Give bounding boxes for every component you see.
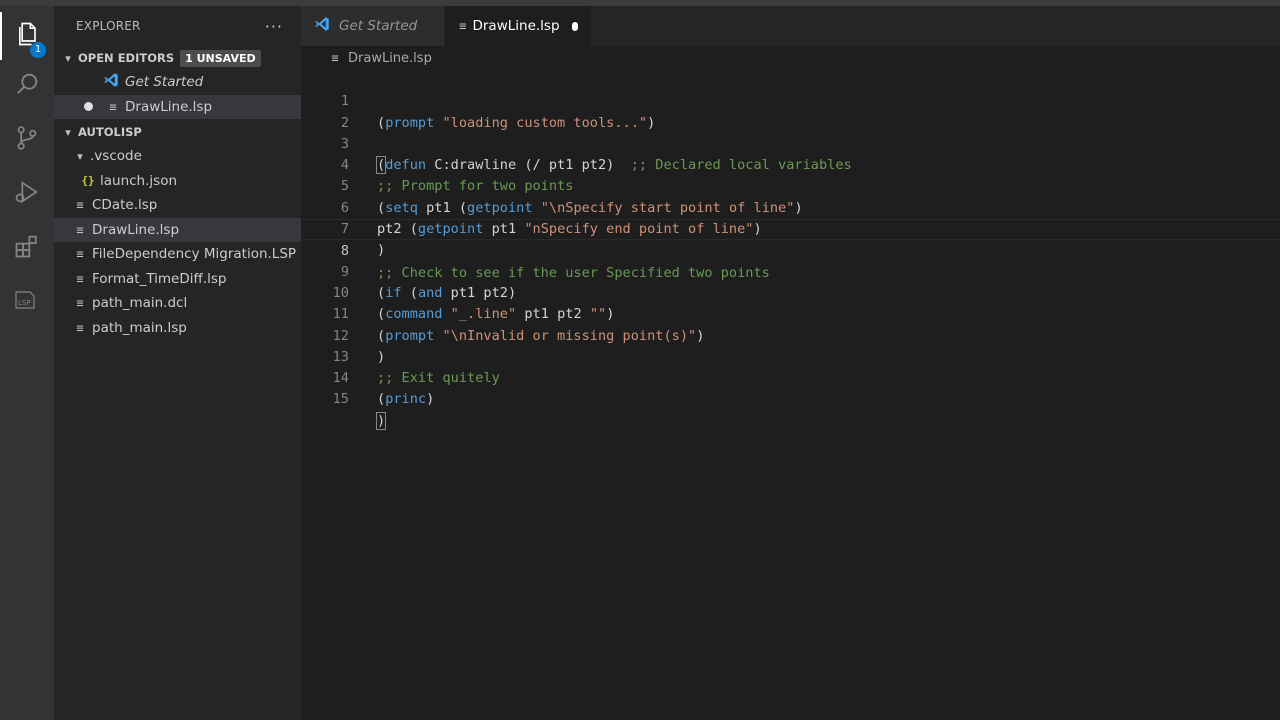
activity-bar: 1 LSP [0, 6, 54, 720]
search-activity-button[interactable] [0, 62, 54, 110]
file-lines-icon: ≡ [76, 271, 84, 286]
unsaved-badge: 1 UNSAVED [180, 49, 261, 67]
code-line: 5 (setq pt1 (getpoint "\nSpecify start p… [301, 155, 1280, 215]
file-name: DrawLine.lsp [92, 221, 180, 238]
code-line: 6 pt2 (getpoint pt1 "nSpecify end point … [301, 176, 1280, 237]
vscode-icon [313, 15, 333, 37]
code-line: 12 ) [301, 304, 1280, 365]
file-name: CDate.lsp [92, 197, 158, 214]
run-debug-activity-button[interactable] [0, 170, 54, 218]
search-icon [13, 70, 41, 102]
code-editor[interactable]: 1 (prompt "loading custom tools...") 2 3… [301, 70, 1280, 720]
file-lines-icon: ≡ [109, 99, 117, 114]
more-actions-icon[interactable]: ··· [265, 17, 283, 36]
run-debug-icon [13, 178, 41, 210]
chevron-down-icon: ▾ [65, 125, 71, 139]
file-name: FileDependency Migration.LSP [92, 246, 297, 263]
code-line: 13 ;; Exit quitely [301, 326, 1280, 386]
unsaved-dot-icon[interactable] [571, 21, 578, 31]
file-lines-icon: ≡ [76, 320, 84, 335]
code-line-current: 8 ;; Check to see if the user Specified … [301, 219, 1280, 281]
code-line: 14 (princ) [301, 347, 1280, 407]
code-line: 15 ) [301, 368, 1280, 430]
tab-get-started[interactable]: Get Started [301, 6, 445, 46]
autolisp-folder-section[interactable]: ▾ AUTOLISP [54, 120, 301, 144]
code-line: 3 (defun C:drawline (/ pt1 pt2) ;; Decla… [301, 113, 1280, 175]
code-line: 7 ) [301, 198, 1280, 258]
folder-vscode[interactable]: ▾ .vscode [54, 144, 301, 169]
code-line: 11 (prompt "\nInvalid or missing point(s… [301, 283, 1280, 343]
code-line: 4 ;; Prompt for two points [301, 134, 1280, 194]
file-name: launch.json [100, 172, 178, 189]
file-lines-icon: ≡ [76, 222, 84, 237]
chevron-down-icon: ▾ [77, 149, 83, 163]
file-path-main-lsp[interactable]: ≡ path_main.lsp [54, 316, 301, 341]
tab-label: Get Started [339, 18, 418, 34]
open-editors-section[interactable]: ▾ OPEN EDITORS 1 UNSAVED [54, 46, 301, 70]
breadcrumb-file[interactable]: DrawLine.lsp [348, 51, 432, 66]
open-editors-label: OPEN EDITORS [78, 51, 175, 65]
open-editor-drawline[interactable]: ≡ DrawLine.lsp [54, 94, 301, 119]
source-control-activity-button[interactable] [0, 116, 54, 164]
folder-name: .vscode [90, 148, 142, 165]
unsaved-dot-icon [84, 102, 93, 112]
file-lines-icon: ≡ [76, 198, 84, 213]
explorer-title: EXPLORER [76, 19, 141, 33]
extensions-icon [13, 232, 41, 264]
extensions-activity-button[interactable] [0, 224, 54, 272]
file-lines-icon: ≡ [459, 19, 467, 33]
open-editor-label: DrawLine.lsp [125, 98, 213, 115]
code-line: 9 (if (and pt1 pt2) [301, 240, 1280, 301]
tab-drawline[interactable]: ≡ DrawLine.lsp [445, 6, 591, 46]
lsp-icon: LSP [13, 286, 41, 318]
vscode-icon [102, 71, 122, 93]
code-line: 10 (command "_.line" pt1 pt2 "") [301, 262, 1280, 322]
chevron-down-icon: ▾ [65, 51, 71, 65]
file-format-timediff[interactable]: ≡ Format_TimeDiff.lsp [54, 267, 301, 292]
file-name: Format_TimeDiff.lsp [92, 270, 227, 287]
line-number: 15 [332, 391, 349, 408]
svg-text:LSP: LSP [18, 299, 31, 307]
file-path-main-dcl[interactable]: ≡ path_main.dcl [54, 291, 301, 316]
file-cdate[interactable]: ≡ CDate.lsp [54, 193, 301, 218]
autolisp-activity-button[interactable]: LSP [0, 278, 54, 326]
file-name: path_main.lsp [92, 319, 187, 336]
file-lines-icon: ≡ [76, 296, 84, 311]
code-line: 1 (prompt "loading custom tools...") [301, 70, 1280, 130]
file-lines-icon: ≡ [76, 247, 84, 262]
file-lines-icon: ≡ [331, 51, 339, 65]
explorer-badge: 1 [30, 42, 46, 58]
open-editor-get-started[interactable]: Get Started [54, 70, 301, 95]
source-control-icon [13, 124, 41, 156]
file-launch-json[interactable]: {} launch.json [54, 169, 301, 194]
file-name: path_main.dcl [92, 295, 188, 312]
json-braces-icon: {} [81, 174, 95, 188]
explorer-header: EXPLORER ··· [54, 6, 301, 46]
tab-label: DrawLine.lsp [472, 18, 560, 34]
code-line: 2 [301, 91, 1280, 131]
open-editor-label: Get Started [125, 74, 204, 91]
code-text: (princ) [377, 391, 435, 408]
explorer-activity-button[interactable]: 1 [0, 12, 54, 60]
folder-label: AUTOLISP [78, 125, 142, 139]
explorer-sidebar: EXPLORER ··· ▾ OPEN EDITORS 1 UNSAVED Ge… [54, 6, 301, 720]
breadcrumb: ≡ DrawLine.lsp [301, 46, 1280, 70]
file-filedependency[interactable]: ≡ FileDependency Migration.LSP [54, 242, 301, 267]
editor-tabs: Get Started ≡ DrawLine.lsp [301, 6, 1280, 46]
file-drawline[interactable]: ≡ DrawLine.lsp [54, 217, 301, 242]
code-text: ) [375, 411, 387, 430]
